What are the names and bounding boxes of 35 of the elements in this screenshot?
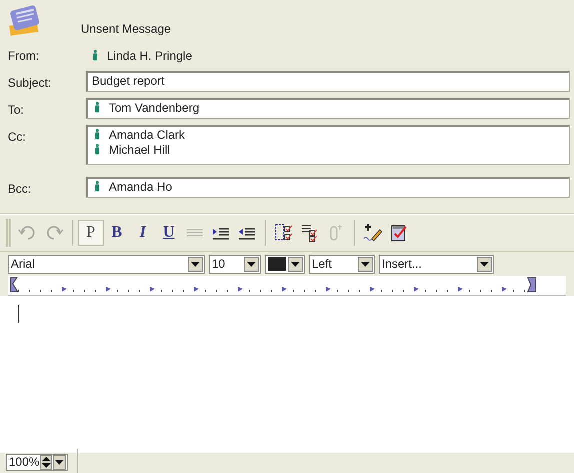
subject-field[interactable]: Budget report [86, 71, 570, 92]
envelope-icon [8, 4, 42, 38]
font-dropdown[interactable]: Arial [8, 254, 205, 274]
person-icon [94, 181, 101, 192]
recipient-name: Amanda Ho [94, 180, 565, 195]
field-label: To: [8, 102, 26, 119]
person-icon [92, 50, 99, 61]
field-label: Bcc: [8, 181, 32, 198]
format-button[interactable]: P [78, 220, 104, 246]
zoom-field[interactable]: 100% [6, 454, 68, 470]
sender-name: Linda H. Pringle [86, 44, 192, 65]
field-label: Cc: [8, 129, 27, 146]
size-dropdown[interactable]: 10 [209, 254, 261, 274]
message-title: Unsent Message [80, 21, 172, 38]
alignment-dropdown[interactable]: Left [309, 254, 375, 274]
spell-icon [362, 222, 384, 244]
recipient-name: Tom Vandenberg [94, 101, 565, 116]
format-button[interactable]: I [130, 220, 156, 246]
field-label: Subject: [8, 75, 52, 92]
color-dropdown[interactable] [265, 254, 305, 274]
recipient-field[interactable]: Amanda Clark Michael Hill [86, 125, 570, 165]
person-icon [94, 102, 101, 113]
recipient-field[interactable]: Amanda Ho [86, 177, 570, 198]
person-icon [94, 144, 101, 155]
format-button[interactable]: U [156, 220, 182, 246]
field-label: From: [8, 48, 40, 65]
recipient-name: Amanda Clark [94, 128, 565, 143]
format-button[interactable]: B [104, 220, 130, 246]
insert-dropdown[interactable]: Insert... [379, 254, 494, 274]
recipient-name: Michael Hill [94, 143, 565, 158]
spinner-icon [40, 454, 52, 470]
person-icon [94, 129, 101, 140]
toolbar-grip[interactable] [6, 219, 11, 247]
recipient-field[interactable]: Tom Vandenberg [86, 98, 570, 119]
text-cursor [18, 305, 19, 323]
